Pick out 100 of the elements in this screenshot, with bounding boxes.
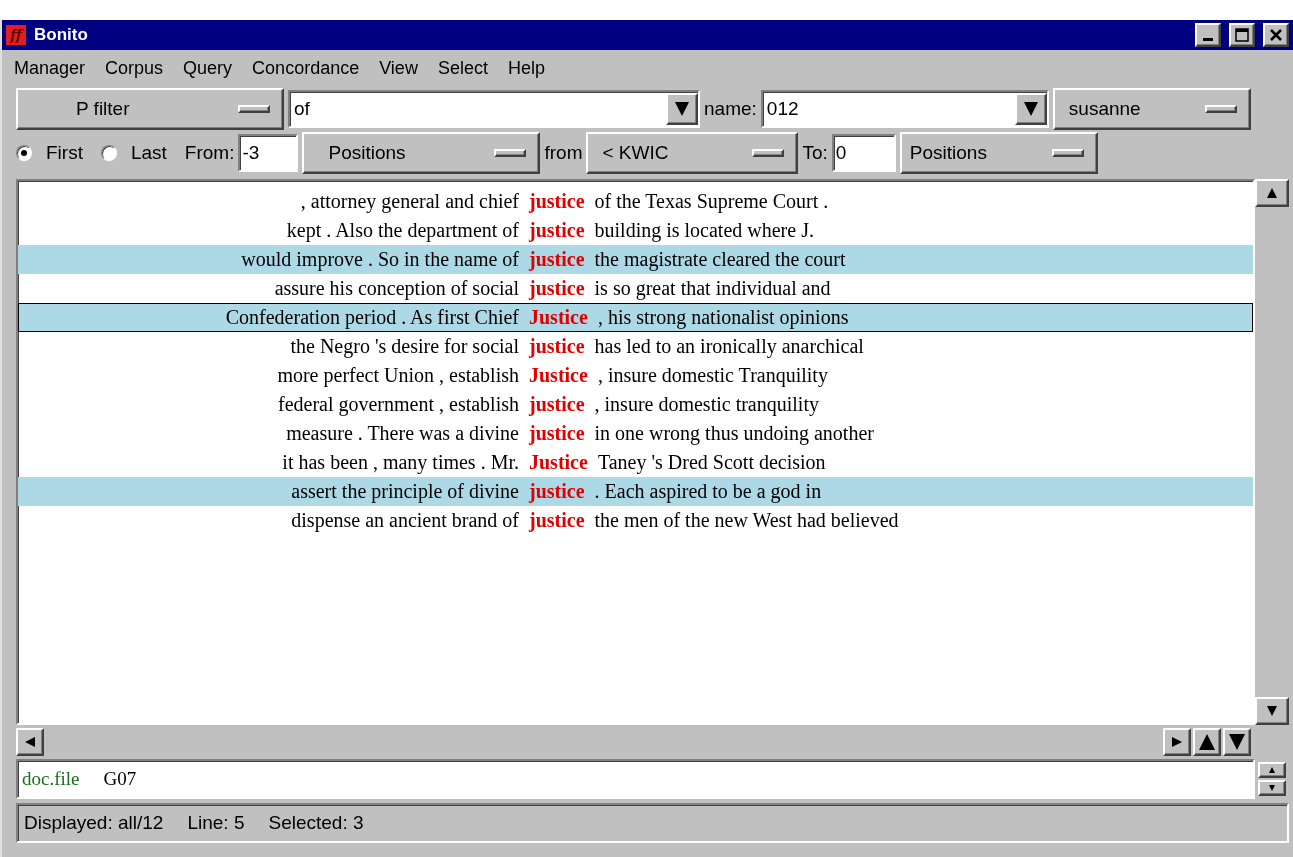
displayed-count: Displayed: all/12	[24, 812, 164, 834]
keyword: Justice	[529, 306, 588, 329]
up-arrow-icon	[1267, 188, 1277, 198]
left-context: , attorney general and chief	[300, 190, 519, 213]
spin-up-button[interactable]	[1258, 762, 1286, 778]
query-combobox[interactable]: of	[288, 90, 700, 128]
caret-icon	[675, 102, 689, 116]
right-context: of the Texas Supreme Court .	[594, 190, 830, 213]
down-arrow-icon	[1229, 734, 1245, 750]
left-context: Confederation period . As first Chief	[225, 306, 519, 329]
menu-item[interactable]: Select	[437, 58, 488, 79]
to-unit-dropdown[interactable]: Positions	[899, 132, 1098, 174]
from-unit-dropdown[interactable]: Positions	[302, 132, 541, 174]
left-context: would improve . So in the name of	[241, 248, 519, 271]
maximize-button[interactable]	[1229, 23, 1255, 47]
left-context: measure . There was a divine	[286, 422, 519, 445]
app-logo: ff	[6, 25, 26, 45]
menu-item[interactable]: View	[379, 58, 418, 79]
down-arrow-icon	[1269, 785, 1275, 791]
corpus-dropdown[interactable]: susanne	[1052, 88, 1251, 130]
left-context: federal government , establish	[277, 393, 519, 416]
keyword: justice	[529, 190, 585, 213]
radio-button[interactable]	[16, 145, 32, 161]
left-context: more perfect Union , establish	[277, 364, 519, 387]
filter-dropdown[interactable]: P filter	[16, 88, 284, 130]
move-down-button[interactable]	[1223, 728, 1251, 756]
left-context: assert the principle of divine	[291, 480, 519, 503]
keyword: justice	[529, 277, 585, 300]
concordance-line[interactable]: , attorney general and chief justice of the Texas Supreme Court .	[18, 187, 1253, 216]
keyword: Justice	[529, 451, 588, 474]
from-label: From:	[184, 142, 235, 164]
left-context: the Negro 's desire for social	[290, 335, 519, 358]
line-number: Line: 5	[187, 812, 245, 834]
selected-count: Selected: 3	[268, 812, 364, 834]
close-button[interactable]	[1263, 23, 1289, 47]
concordance-line[interactable]: measure . There was a divine justice in one wrong thus undoing another	[18, 419, 1253, 448]
menu-item[interactable]: Concordance	[252, 58, 360, 79]
keyword: justice	[529, 248, 585, 271]
from-word: from	[544, 142, 583, 164]
keyword: justice	[529, 509, 585, 532]
keyword: justice	[529, 480, 585, 503]
keyword: justice	[529, 393, 585, 416]
scroll-up-button[interactable]	[1255, 179, 1289, 207]
menu-item[interactable]: Query	[183, 58, 233, 79]
keyword: justice	[529, 335, 585, 358]
radio-button[interactable]	[100, 145, 117, 161]
scroll-left-button[interactable]	[16, 728, 44, 756]
right-context: , insure domestic tranquility	[594, 393, 820, 416]
radio-label: Last	[130, 142, 167, 164]
keyword: justice	[529, 219, 585, 242]
left-context: dispense an ancient brand of	[291, 509, 519, 532]
right-context: has led to an ironically anarchical	[594, 335, 865, 358]
concordance-line[interactable]: dispense an ancient brand of justice the men of the new West had believed	[18, 506, 1253, 535]
right-context: , his strong nationalist opinions	[597, 306, 850, 329]
attribute-name: doc.file	[22, 768, 80, 790]
minimize-button[interactable]	[1195, 23, 1221, 47]
menu-item[interactable]: Corpus	[105, 58, 164, 79]
name-label: name:	[704, 98, 757, 120]
from-field[interactable]: -3	[238, 134, 299, 172]
menu-item[interactable]: Help	[507, 58, 545, 79]
right-context: the men of the new West had believed	[594, 509, 900, 532]
concordance-line[interactable]: the Negro 's desire for social justice has led to an ironically anarchical	[18, 332, 1253, 361]
right-arrow-icon	[1172, 737, 1182, 747]
scroll-right-button[interactable]	[1163, 728, 1191, 756]
concordance-line[interactable]: assure his conception of social justice is so great that individual and	[18, 274, 1253, 303]
right-context: the magistrate cleared the court	[594, 248, 847, 271]
name-combobox[interactable]: 012	[760, 90, 1049, 128]
keyword: Justice	[529, 364, 588, 387]
right-context: . Each aspired to be a god in	[594, 480, 823, 503]
left-context: it has been , many times . Mr.	[282, 451, 519, 474]
move-up-button[interactable]	[1193, 728, 1221, 756]
to-field[interactable]: 0	[831, 134, 896, 172]
to-label: To:	[802, 142, 828, 164]
down-arrow-icon	[1267, 706, 1277, 716]
left-arrow-icon	[25, 737, 35, 747]
up-arrow-icon	[1269, 767, 1275, 773]
left-context: assure his conception of social	[274, 277, 519, 300]
caret-icon	[1023, 102, 1038, 116]
concordance-line[interactable]: kept . Also the department of justice building is located where J.	[18, 216, 1253, 245]
maximize-icon	[1235, 28, 1249, 42]
anchor-dropdown[interactable]: < KWIC	[586, 132, 799, 174]
scroll-down-button[interactable]	[1255, 697, 1289, 725]
right-context: is so great that individual and	[594, 277, 832, 300]
up-arrow-icon	[1199, 734, 1215, 750]
right-context: Taney 's Dred Scott decision	[597, 451, 827, 474]
keyword: justice	[529, 422, 585, 445]
spin-down-button[interactable]	[1258, 780, 1286, 796]
window-title: Bonito	[34, 25, 89, 45]
concordance-line[interactable]: more perfect Union , establish Justice , insure domestic Tranquility	[18, 361, 1253, 390]
close-icon	[1270, 29, 1282, 41]
concordance-line[interactable]: it has been , many times . Mr. Justice Taney 's Dred Scott decision	[18, 448, 1253, 477]
minimize-icon	[1203, 38, 1213, 41]
radio-label: First	[46, 142, 83, 164]
concordance-line[interactable]: federal government , establish justice , insure domestic tranquility	[18, 390, 1253, 419]
right-context: in one wrong thus undoing another	[594, 422, 875, 445]
attribute-value: G07	[103, 768, 137, 790]
right-context: building is located where J.	[594, 219, 815, 242]
right-context: , insure domestic Tranquility	[597, 364, 829, 387]
left-context: kept . Also the department of	[286, 219, 519, 242]
menu-item[interactable]: Manager	[14, 58, 86, 79]
